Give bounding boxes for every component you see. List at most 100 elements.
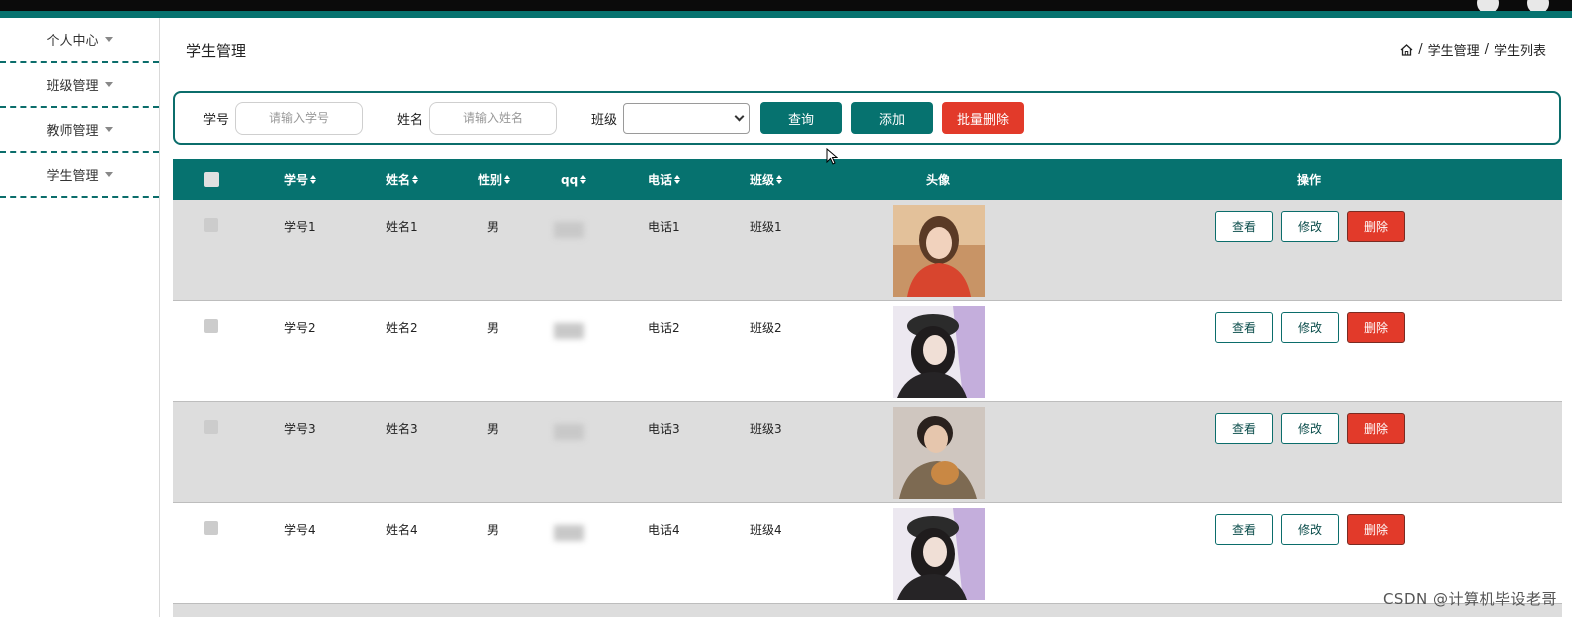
sidebar-item-teacher-management[interactable]: 教师管理	[0, 108, 159, 153]
view-button[interactable]: 查看	[1215, 211, 1273, 242]
sort-icon[interactable]	[674, 175, 681, 184]
row-checkbox[interactable]	[204, 218, 218, 232]
row-checkbox[interactable]	[204, 420, 218, 434]
sidebar-item-class-management[interactable]: 班级管理	[0, 63, 159, 108]
cell-id: 学号2	[284, 321, 316, 335]
sidebar-item-label: 教师管理	[46, 124, 99, 139]
cell-id: 学号3	[284, 422, 316, 436]
avatar-image	[893, 306, 985, 398]
column-header-qq[interactable]: qq	[561, 159, 587, 200]
cell-phone: 电话2	[648, 321, 680, 335]
row-checkbox[interactable]	[204, 319, 218, 333]
column-header-label: 姓名	[386, 173, 411, 187]
cell-name: 姓名2	[386, 321, 418, 335]
table-header: 学号 姓名 性别 qq 电话 班级 头像 操作	[173, 159, 1562, 200]
cell-id: 学号1	[284, 220, 316, 234]
column-header-class[interactable]: 班级	[750, 159, 783, 200]
cell-class: 班级2	[750, 321, 782, 335]
cell-class: 班级4	[750, 523, 782, 537]
sidebar-item-personal-center[interactable]: 个人中心	[0, 18, 159, 63]
main-content: 学生管理 / 学生管理 / 学生列表 学号 姓名 班级 查询 添加 批量删除 学…	[173, 18, 1562, 617]
sidebar-item-label: 个人中心	[46, 34, 99, 49]
cell-gender: 男	[487, 422, 500, 436]
cell-class: 班级1	[750, 220, 782, 234]
column-header-label: 操作	[1297, 173, 1322, 187]
batch-delete-button[interactable]: 批量删除	[942, 102, 1025, 134]
delete-button[interactable]: 删除	[1347, 413, 1405, 444]
breadcrumb-separator: /	[1484, 42, 1489, 57]
student-table: 学号 姓名 性别 qq 电话 班级 头像 操作 学号1 姓名1 男 电话1 班级…	[173, 159, 1562, 617]
breadcrumb-item-student-management[interactable]: 学生管理	[1428, 40, 1480, 59]
row-checkbox[interactable]	[204, 521, 218, 535]
edit-button[interactable]: 修改	[1281, 211, 1339, 242]
top-accent-bar	[0, 11, 1572, 18]
sort-icon[interactable]	[504, 175, 511, 184]
edit-button[interactable]: 修改	[1281, 312, 1339, 343]
cell-phone: 电话3	[648, 422, 680, 436]
column-header-avatar: 头像	[926, 159, 950, 200]
cell-phone: 电话1	[648, 220, 680, 234]
breadcrumb-separator: /	[1418, 42, 1423, 57]
class-label: 班级	[591, 112, 618, 128]
select-all-checkbox[interactable]	[204, 172, 219, 187]
caret-down-icon	[104, 127, 113, 132]
column-header-label: 电话	[648, 173, 673, 187]
avatar-image	[893, 508, 985, 600]
sort-icon[interactable]	[580, 175, 587, 184]
cell-name: 姓名3	[386, 422, 418, 436]
sidebar-item-label: 学生管理	[46, 169, 99, 184]
query-button[interactable]: 查询	[760, 102, 843, 134]
chevron-down-icon	[734, 111, 745, 121]
column-header-label: 头像	[926, 173, 951, 187]
watermark: CSDN @计算机毕设老哥	[1382, 590, 1557, 608]
delete-button[interactable]: 删除	[1347, 312, 1405, 343]
breadcrumb: / 学生管理 / 学生列表	[1400, 40, 1546, 59]
table-row: 学号3 姓名3 男 电话3 班级3 查看 修改 删除	[173, 402, 1562, 503]
name-label: 姓名	[397, 112, 424, 128]
sidebar-item-label: 班级管理	[46, 79, 99, 94]
breadcrumb-item-student-list: 学生列表	[1493, 44, 1546, 59]
sidebar-item-student-management[interactable]: 学生管理	[0, 153, 159, 198]
edit-button[interactable]: 修改	[1281, 514, 1339, 545]
column-header-name[interactable]: 姓名	[386, 159, 419, 200]
cell-qq-blurred	[554, 323, 584, 339]
student-id-input[interactable]	[235, 101, 364, 135]
table-row	[173, 604, 1562, 617]
caret-down-icon	[104, 82, 113, 87]
cell-gender: 男	[487, 523, 500, 537]
cell-name: 姓名1	[386, 220, 418, 234]
page-title: 学生管理	[186, 42, 247, 60]
avatar-image	[893, 407, 985, 499]
name-input[interactable]	[429, 101, 558, 135]
cell-name: 姓名4	[386, 523, 418, 537]
column-header-label: 学号	[284, 173, 309, 187]
column-header-gender[interactable]: 性别	[478, 159, 511, 200]
top-bar	[0, 0, 1572, 14]
cell-id: 学号4	[284, 523, 316, 537]
view-button[interactable]: 查看	[1215, 514, 1273, 545]
column-header-id[interactable]: 学号	[284, 159, 317, 200]
avatar-image	[893, 205, 985, 297]
cell-gender: 男	[487, 220, 500, 234]
search-panel: 学号 姓名 班级 查询 添加 批量删除	[173, 91, 1561, 145]
cell-phone: 电话4	[648, 523, 680, 537]
column-header-label: 性别	[478, 173, 503, 187]
sort-icon[interactable]	[310, 175, 317, 184]
cell-gender: 男	[487, 321, 500, 335]
delete-button[interactable]: 删除	[1347, 211, 1405, 242]
class-select[interactable]	[623, 102, 751, 134]
sort-icon[interactable]	[412, 175, 419, 184]
add-button[interactable]: 添加	[851, 102, 934, 134]
view-button[interactable]: 查看	[1215, 413, 1273, 444]
column-header-phone[interactable]: 电话	[648, 159, 681, 200]
sort-icon[interactable]	[776, 175, 783, 184]
home-icon[interactable]	[1400, 43, 1413, 56]
column-header-label: qq	[561, 172, 579, 187]
student-id-label: 学号	[203, 112, 230, 128]
cell-class: 班级3	[750, 422, 782, 436]
mouse-cursor-icon	[826, 148, 838, 165]
edit-button[interactable]: 修改	[1281, 413, 1339, 444]
view-button[interactable]: 查看	[1215, 312, 1273, 343]
delete-button[interactable]: 删除	[1347, 514, 1405, 545]
cell-qq-blurred	[554, 424, 584, 440]
